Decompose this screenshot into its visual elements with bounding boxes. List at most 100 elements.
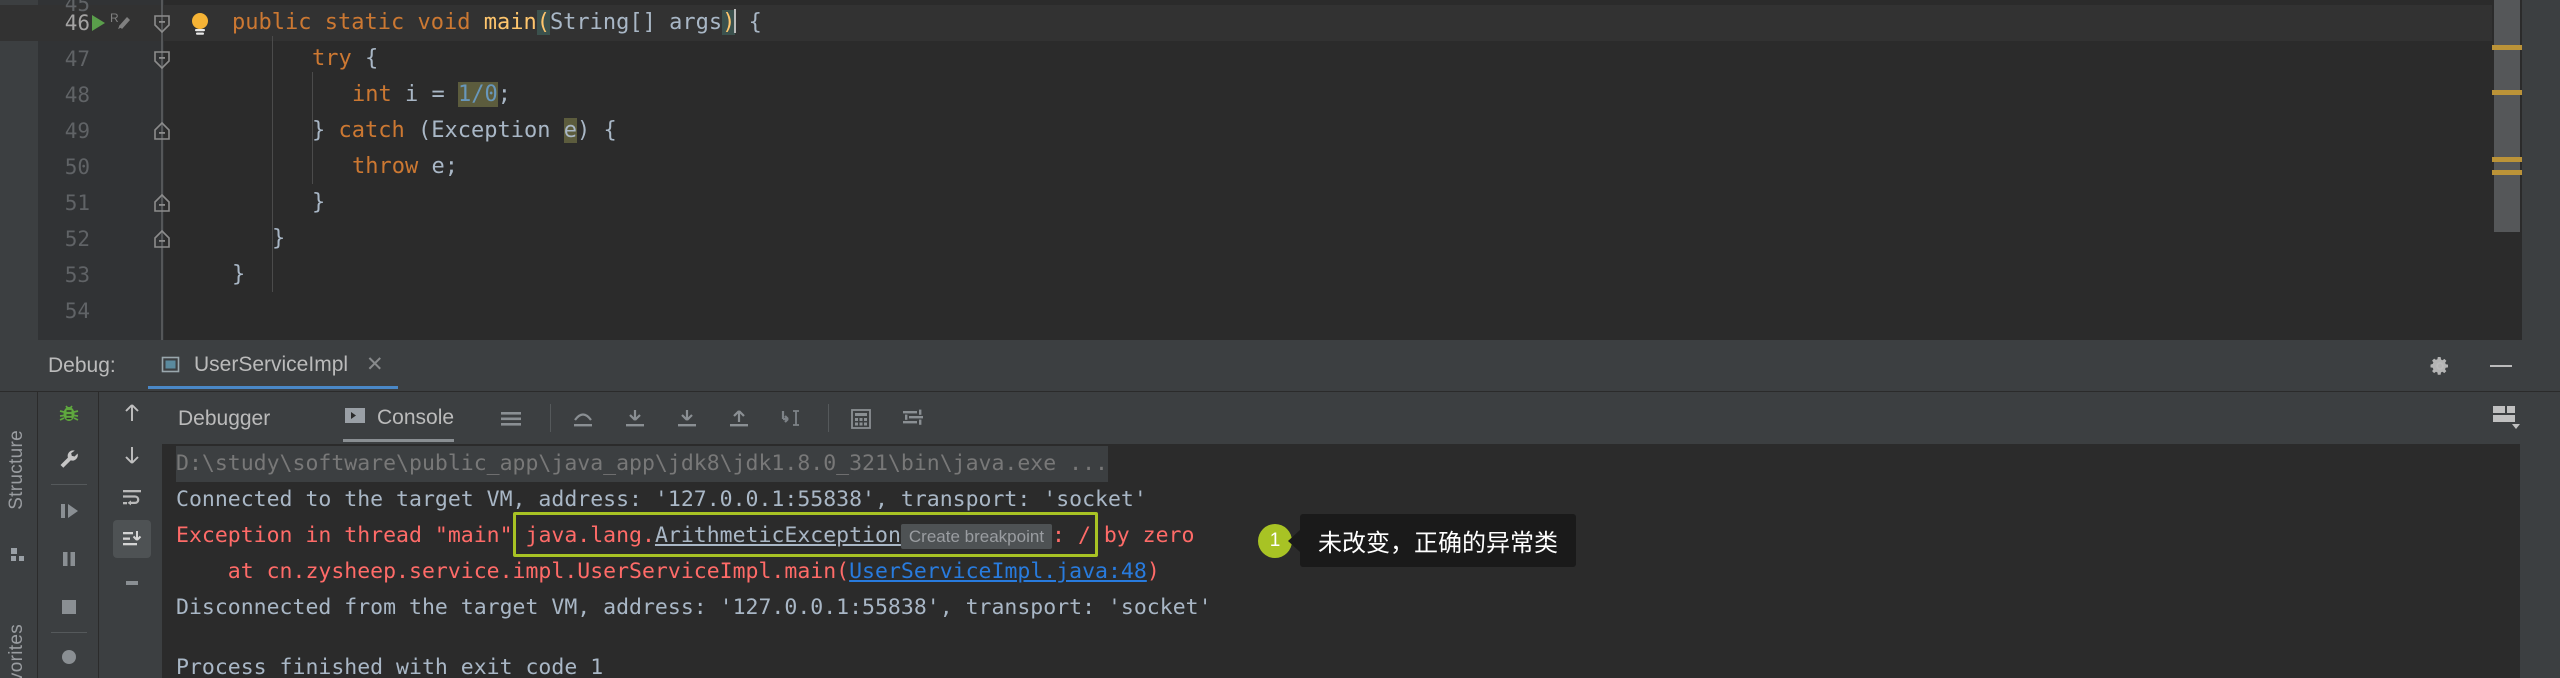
divider <box>51 484 87 485</box>
run-triangle-icon[interactable] <box>92 15 105 31</box>
divider <box>828 404 829 432</box>
editor-scrollbar-thumb[interactable] <box>2494 0 2520 232</box>
evaluate-expression-icon[interactable] <box>848 406 874 432</box>
paren-close: ) <box>1146 559 1160 584</box>
run-config-icon <box>160 354 182 376</box>
stack-at: at <box>176 559 267 584</box>
keyword-int: int <box>352 82 392 107</box>
console-exception-line: Exception in thread "main" java.lang.Ari… <box>176 518 1194 555</box>
lightbulb-intention-icon[interactable] <box>188 11 210 35</box>
sidebar-item-favorites[interactable]: vorites <box>6 624 28 678</box>
exception-class-link[interactable]: ArithmeticException <box>655 523 901 548</box>
console-process-line: Process finished with exit code 1 <box>176 655 604 678</box>
mute-breakpoints-wrench-icon[interactable] <box>52 442 86 476</box>
debug-tabs: Debugger Console <box>100 392 2560 444</box>
console-right-margin <box>2520 444 2560 678</box>
view-breakpoints-icon[interactable] <box>52 640 86 674</box>
line-number: 48 <box>64 83 90 107</box>
step-into-icon[interactable] <box>622 406 648 432</box>
step-out-icon[interactable] <box>726 406 752 432</box>
run-configuration-tab[interactable]: UserServiceImpl ✕ <box>148 343 398 389</box>
scroll-to-end-icon[interactable] <box>113 520 151 558</box>
code-line-51: } <box>312 185 325 221</box>
line-number: 50 <box>64 155 90 179</box>
keyword-try: try <box>312 46 352 71</box>
tab-label: Console <box>377 405 455 429</box>
keyword-catch: catch <box>338 118 405 143</box>
resume-program-icon[interactable] <box>52 494 86 528</box>
console-stack-frame-line: at cn.zysheep.service.impl.UserServiceIm… <box>176 554 1160 590</box>
editor-left-margin <box>0 0 38 340</box>
line-number: 52 <box>64 227 90 251</box>
warning-stripe-mark[interactable] <box>2492 45 2522 50</box>
brace-close: } <box>312 118 326 143</box>
code-line-53: } <box>232 257 245 293</box>
exception-package: java.lang. <box>525 523 655 548</box>
stack-file-link[interactable]: UserServiceImpl.java:48 <box>849 559 1147 584</box>
operator-equals: = <box>431 82 445 107</box>
sidebar-item-structure[interactable]: Structure <box>6 430 28 510</box>
step-over-icon[interactable] <box>570 406 596 432</box>
pause-program-icon[interactable] <box>52 542 86 576</box>
create-breakpoint-button[interactable]: Create breakpoint <box>900 524 1053 549</box>
variable-i: i <box>405 82 419 107</box>
fold-region-icon[interactable] <box>151 13 173 34</box>
keyword-public: public <box>232 10 312 35</box>
console-command-line: D:\study\software\public_app\java_app\jd… <box>176 446 1108 482</box>
annotation-text: 未改变，正确的异常类 <box>1300 514 1576 567</box>
print-icon[interactable] <box>113 568 151 606</box>
exception-message: / by zero <box>1065 523 1195 548</box>
paren-open: ( <box>417 118 432 143</box>
fold-region-icon[interactable] <box>151 49 173 70</box>
console-connected-line: Connected to the target VM, address: '12… <box>176 487 1147 512</box>
minimize-icon[interactable] <box>2490 365 2512 367</box>
tab-label: Debugger <box>178 407 271 430</box>
line-number: 53 <box>64 263 90 287</box>
run-to-cursor-icon[interactable] <box>778 406 804 432</box>
fold-region-end-icon[interactable] <box>151 229 173 249</box>
method-name-main: main <box>483 10 537 35</box>
line-number: 46 <box>64 11 90 35</box>
stack-qualified-name: cn.zysheep.service.impl.UserServiceImpl.… <box>266 559 837 584</box>
structure-icon[interactable] <box>8 544 30 566</box>
layout-list-icon[interactable] <box>498 406 524 432</box>
variable-e: e <box>431 154 445 179</box>
console-icon <box>343 403 367 432</box>
stop-program-icon[interactable] <box>52 590 86 624</box>
intellij-idea-window: 45 46 47 48 49 50 51 52 53 54 R public s… <box>0 0 2560 678</box>
exception-prefix: Exception in thread "main" <box>176 523 526 548</box>
tab-console[interactable]: Console <box>343 396 455 442</box>
type-string-array: String[] <box>549 10 656 35</box>
keyword-void: void <box>417 10 471 35</box>
fold-region-end-icon[interactable] <box>151 121 173 141</box>
record-icon[interactable]: R <box>110 10 136 32</box>
semicolon: ; <box>497 82 511 107</box>
code-line-48: int i = 1/0; <box>352 77 511 113</box>
brace-open: { <box>603 118 617 143</box>
expression-divide-by-zero: 1/0 <box>458 82 498 107</box>
warning-stripe-mark[interactable] <box>2492 157 2522 162</box>
warning-stripe-mark[interactable] <box>2492 90 2522 95</box>
exception-colon: : <box>1052 523 1065 548</box>
code-line-47: try { <box>312 41 378 77</box>
force-step-into-icon[interactable] <box>674 406 700 432</box>
close-icon[interactable]: ✕ <box>366 352 384 377</box>
code-line-49: } catch (Exception e) { <box>312 113 617 149</box>
code-editor[interactable]: 45 46 47 48 49 50 51 52 53 54 R public s… <box>0 0 2560 340</box>
paren-open: ( <box>836 559 850 584</box>
tab-debugger[interactable]: Debugger <box>178 396 270 442</box>
layout-settings-icon[interactable] <box>2490 402 2524 437</box>
keyword-static: static <box>324 10 405 35</box>
line-number: 51 <box>64 191 90 215</box>
debug-header: Debug: UserServiceImpl ✕ <box>0 340 2560 392</box>
debugger-bug-icon[interactable] <box>52 396 86 430</box>
divider <box>51 632 87 633</box>
divider <box>550 404 551 432</box>
settings-gear-icon[interactable] <box>2428 354 2452 378</box>
param-args: args <box>669 10 723 35</box>
code-line-52: } <box>272 221 285 257</box>
settings-layers-icon[interactable] <box>900 406 926 432</box>
warning-stripe-mark[interactable] <box>2492 170 2522 175</box>
fold-region-end-icon[interactable] <box>151 193 173 213</box>
soft-wrap-icon[interactable] <box>113 478 151 516</box>
